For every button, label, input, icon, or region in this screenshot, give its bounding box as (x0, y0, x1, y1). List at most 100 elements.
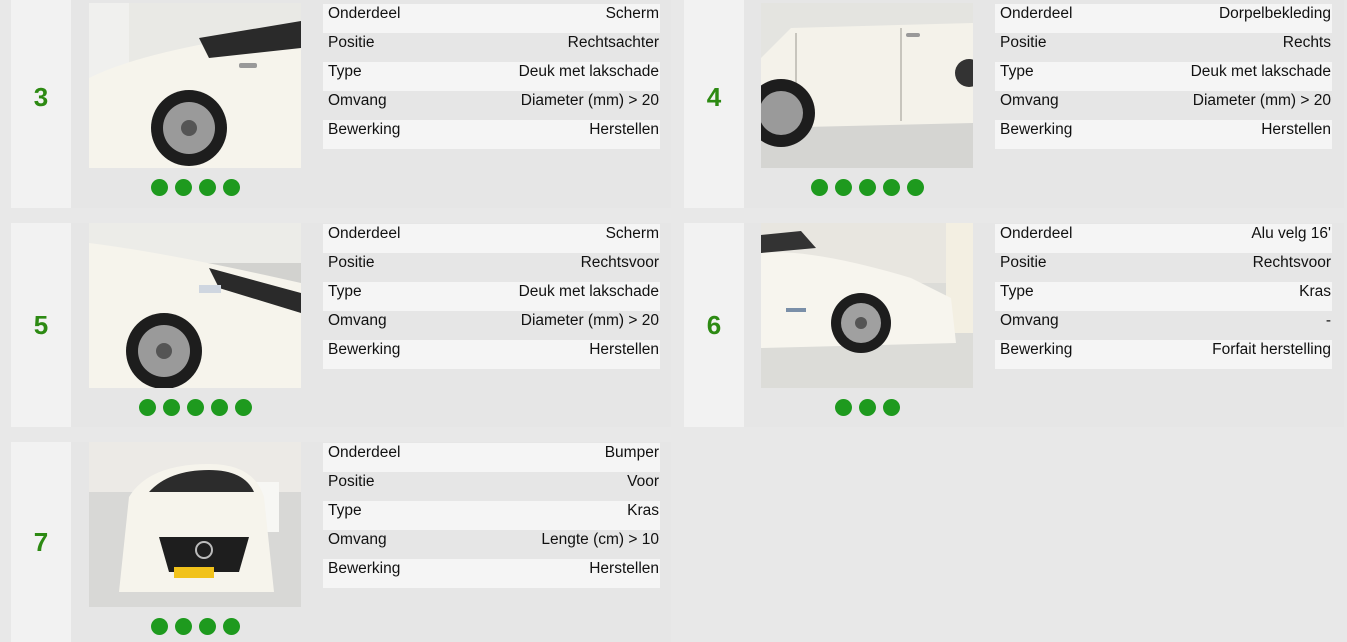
table-row: Positie Rechtsvoor (995, 253, 1332, 282)
photo-dot[interactable] (174, 179, 192, 196)
photo-dot[interactable] (162, 399, 180, 416)
photo-dot[interactable] (150, 179, 168, 196)
photo-dot[interactable] (150, 618, 168, 635)
value-onderdeel: Bumper (453, 443, 660, 472)
damage-number-column: 3 (11, 0, 71, 208)
car-photo-front (89, 442, 301, 607)
table-row: Omvang Diameter (mm) > 20 (323, 311, 660, 340)
label-omvang: Omvang (323, 91, 441, 120)
photo-dot[interactable] (834, 399, 852, 416)
photo-pager (89, 618, 301, 635)
photo-dot[interactable] (234, 399, 252, 416)
damage-number: 7 (33, 526, 49, 557)
damage-details-table: Onderdeel Bumper Positie Voor Type Kras … (323, 443, 660, 588)
value-type: Kras (1124, 282, 1332, 311)
table-row: Type Deuk met lakschade (323, 282, 660, 311)
damage-photo[interactable] (761, 3, 973, 168)
damage-photo[interactable] (89, 3, 301, 168)
photo-dot[interactable] (222, 618, 240, 635)
photo-dot[interactable] (198, 179, 216, 196)
label-positie: Positie (323, 253, 441, 282)
value-type: Kras (453, 501, 660, 530)
value-type: Deuk met lakschade (440, 62, 660, 91)
damage-details-table: Onderdeel Scherm Positie Rechtsvoor Type… (323, 224, 660, 369)
table-row: Bewerking Herstellen (323, 559, 660, 588)
label-onderdeel: Onderdeel (323, 4, 441, 33)
label-type: Type (323, 501, 454, 530)
photo-dot[interactable] (810, 179, 828, 196)
label-bewerking: Bewerking (323, 120, 441, 149)
label-type: Type (995, 62, 1113, 91)
table-row: Type Deuk met lakschade (323, 62, 660, 91)
table-row: Bewerking Herstellen (323, 340, 660, 369)
label-bewerking: Bewerking (995, 340, 1125, 369)
value-omvang: Diameter (mm) > 20 (440, 91, 660, 120)
photo-pager (89, 399, 301, 416)
photo-dot[interactable] (174, 618, 192, 635)
label-type: Type (323, 282, 441, 311)
label-positie: Positie (323, 33, 441, 62)
damage-number: 6 (706, 309, 722, 340)
table-row: Omvang Diameter (mm) > 20 (995, 91, 1332, 120)
value-onderdeel: Alu velg 16' (1124, 224, 1332, 253)
label-omvang: Omvang (995, 311, 1125, 340)
photo-dot[interactable] (882, 399, 900, 416)
damage-number-column: 5 (11, 223, 71, 427)
damage-card-6: 6 Onderdeel Alu velg 16' Positie Rechtsv… (684, 223, 1344, 427)
damage-number-column: 4 (684, 0, 744, 208)
photo-dot[interactable] (186, 399, 204, 416)
table-row: Onderdeel Dorpelbekleding (995, 4, 1332, 33)
value-positie: Rechtsvoor (1124, 253, 1332, 282)
label-onderdeel: Onderdeel (323, 224, 441, 253)
label-type: Type (995, 282, 1125, 311)
value-bewerking: Forfait herstelling (1124, 340, 1332, 369)
damage-number-column: 7 (11, 442, 71, 642)
photo-pager (761, 399, 973, 416)
photo-dot[interactable] (882, 179, 900, 196)
value-bewerking: Herstellen (440, 340, 660, 369)
car-photo-rear-side (89, 3, 301, 168)
photo-dot[interactable] (906, 179, 924, 196)
value-positie: Rechtsvoor (440, 253, 660, 282)
table-row: Omvang - (995, 311, 1332, 340)
damage-card-7: 7 Onderdeel Bumper Positie Voor Type Kra… (11, 442, 671, 642)
photo-dot[interactable] (834, 179, 852, 196)
table-row: Onderdeel Scherm (323, 4, 660, 33)
damage-photo[interactable] (761, 223, 973, 388)
damage-details-table: Onderdeel Dorpelbekleding Positie Rechts… (995, 4, 1332, 149)
damage-details-table: Onderdeel Scherm Positie Rechtsachter Ty… (323, 4, 660, 149)
value-type: Deuk met lakschade (1112, 62, 1332, 91)
car-photo-front-side (89, 223, 301, 388)
table-row: Bewerking Herstellen (995, 120, 1332, 149)
value-omvang: - (1124, 311, 1332, 340)
photo-dot[interactable] (858, 179, 876, 196)
label-positie: Positie (995, 253, 1125, 282)
value-omvang: Lengte (cm) > 10 (453, 530, 660, 559)
photo-pager (89, 179, 301, 196)
table-row: Type Kras (995, 282, 1332, 311)
value-bewerking: Herstellen (1112, 120, 1332, 149)
damage-number: 3 (33, 81, 49, 112)
damage-photo[interactable] (89, 223, 301, 388)
photo-dot[interactable] (138, 399, 156, 416)
photo-pager (761, 179, 973, 196)
table-row: Positie Rechts (995, 33, 1332, 62)
photo-dot[interactable] (198, 618, 216, 635)
photo-dot[interactable] (222, 179, 240, 196)
table-row: Type Kras (323, 501, 660, 530)
damage-number: 4 (706, 81, 722, 112)
damage-photo[interactable] (89, 442, 301, 607)
table-row: Type Deuk met lakschade (995, 62, 1332, 91)
label-omvang: Omvang (995, 91, 1113, 120)
damage-card-5: 5 Onderdeel Scherm Positie Rechtsvoor Ty… (11, 223, 671, 427)
photo-dot[interactable] (858, 399, 876, 416)
table-row: Bewerking Forfait herstelling (995, 340, 1332, 369)
label-omvang: Omvang (323, 311, 441, 340)
damage-card-4: 4 Onderdeel Dorpelbekleding Positie Rech… (684, 0, 1344, 208)
photo-dot[interactable] (210, 399, 228, 416)
label-omvang: Omvang (323, 530, 454, 559)
label-bewerking: Bewerking (323, 340, 441, 369)
value-positie: Voor (453, 472, 660, 501)
table-row: Onderdeel Bumper (323, 443, 660, 472)
value-positie: Rechts (1112, 33, 1332, 62)
